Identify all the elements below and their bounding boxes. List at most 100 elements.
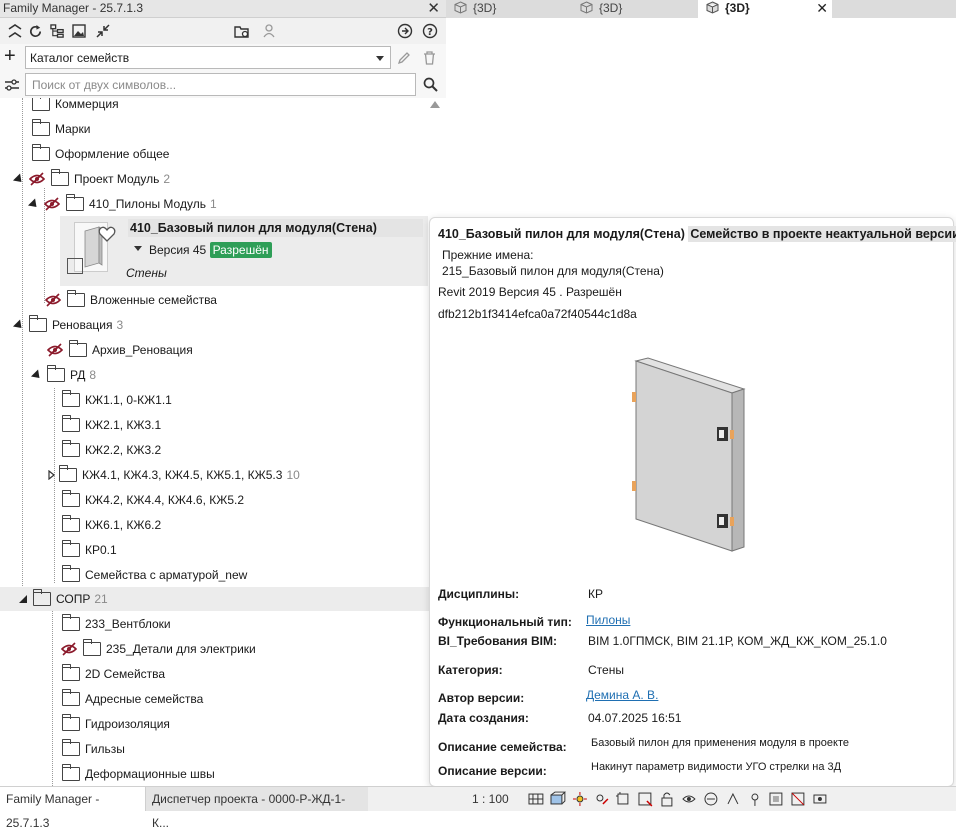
refresh-icon[interactable] [26, 22, 44, 40]
catalog-select-value: Каталог семейств [30, 51, 130, 65]
tree-item[interactable]: Коммерция [32, 98, 119, 115]
tree-item[interactable]: КЖ2.1, КЖ3.1 [62, 414, 161, 436]
folder-icon [67, 290, 85, 307]
tree-item[interactable]: КЖ4.2, КЖ4.4, КЖ4.6, КЖ5.2 [62, 489, 244, 511]
arrow-circle-icon[interactable] [396, 22, 414, 40]
image-icon[interactable] [70, 22, 88, 40]
tree-item[interactable]: Проект Модуль 2 [12, 168, 171, 190]
tree-item[interactable]: КЖ6.1, КЖ6.2 [62, 514, 161, 536]
tree-view-icon[interactable] [48, 22, 66, 40]
tree-item[interactable]: КР0.1 [62, 539, 117, 561]
unlock-3d-icon[interactable] [659, 791, 675, 807]
tree-item[interactable]: Реновация 3 [12, 314, 124, 336]
highlight-displacement-icon[interactable] [747, 791, 763, 807]
tree-item[interactable]: Гидроизоляция [62, 713, 170, 735]
version-dropdown-icon[interactable] [134, 246, 142, 251]
add-icon[interactable]: + [4, 46, 16, 66]
collapse-icon[interactable] [6, 22, 24, 40]
tree-item[interactable]: Семейства с арматурой_new [62, 564, 247, 586]
tree-item-label: КЖ6.1, КЖ6.2 [85, 518, 162, 532]
folder-icon [69, 340, 87, 357]
analytical-model-icon[interactable] [725, 791, 741, 807]
prop-key: Дата создания: [438, 711, 529, 725]
expand-arrow-icon[interactable] [27, 197, 41, 211]
tree-item[interactable]: КЖ2.2, КЖ3.2 [62, 439, 161, 461]
temp-hide-icon[interactable] [681, 791, 697, 807]
search-icon[interactable] [421, 75, 439, 93]
hidden-eye-icon[interactable] [45, 293, 61, 307]
tree-item[interactable]: Деформационные швы [62, 763, 215, 785]
status-tab-family-manager[interactable]: Family Manager - 25.7.1.3 [0, 787, 146, 830]
tree-item[interactable]: Гильзы [62, 738, 125, 760]
tree-item[interactable]: КЖ4.1, КЖ4.3, КЖ4.5, КЖ5.1, КЖ5.3 10 [48, 464, 300, 486]
heart-icon[interactable] [98, 226, 116, 242]
tree-item-count: 3 [116, 318, 124, 332]
crop-view-icon[interactable] [615, 791, 631, 807]
expand-arrow-icon[interactable] [30, 368, 44, 382]
folder-settings-icon[interactable] [233, 22, 251, 40]
tree-item-label: КЖ1.1, 0-КЖ1.1 [85, 393, 172, 407]
filter-settings-icon[interactable] [3, 76, 21, 94]
reveal-hidden-icon[interactable] [703, 791, 719, 807]
search-input[interactable]: Поиск от двух символов... [25, 73, 416, 96]
tree-item[interactable]: 2D Семейства [62, 663, 165, 685]
hidden-eye-icon[interactable] [47, 343, 63, 357]
family-tree: Коммерция Марки Оформление общее Проект … [0, 98, 446, 786]
view-scale[interactable]: 1 : 100 [466, 787, 515, 811]
functional-type-link[interactable]: Пилоны [586, 613, 630, 627]
tree-item[interactable]: Адресные семейства [62, 688, 203, 710]
help-icon[interactable]: ? [421, 22, 439, 40]
family-card-name: 410_Базовый пилон для модуля(Стена) [128, 219, 423, 237]
tree-item-count: 2 [163, 172, 171, 186]
display-options-icon[interactable] [812, 791, 828, 807]
family-card-version: Версия 45 Разрешён [149, 241, 272, 259]
tree-item[interactable]: Марки [32, 118, 90, 140]
visual-style-icon[interactable] [550, 791, 566, 807]
tab-close-icon[interactable]: ✕ [816, 0, 828, 17]
expand-arrow-icon[interactable] [12, 172, 26, 186]
tree-item[interactable]: 233_Вентблоки [62, 613, 171, 635]
user-icon[interactable] [260, 22, 278, 40]
select-checkbox[interactable] [67, 258, 83, 274]
folder-icon [83, 639, 101, 656]
hidden-eye-icon[interactable] [29, 172, 45, 186]
edit-icon[interactable] [395, 49, 413, 67]
cube-icon [454, 1, 467, 14]
shrink-icon[interactable] [94, 22, 112, 40]
tab-label: {3D} [599, 1, 623, 15]
status-tab-project-manager[interactable]: Диспетчер проекта - 0000-Р-ЖД-1-К... [146, 787, 368, 830]
prop-key: Функциональный тип: [438, 615, 572, 629]
hidden-eye-icon[interactable] [44, 197, 60, 211]
tree-item[interactable]: 410_Пилоны Модуль 1 [27, 193, 217, 215]
tab-3d-active[interactable]: {3D} ✕ [698, 0, 832, 18]
prop-key: Дисциплины: [438, 587, 520, 601]
prop-value: Стены [588, 663, 624, 677]
tree-item[interactable]: Вложенные семейства [45, 289, 217, 311]
sun-path-icon[interactable] [572, 791, 588, 807]
tree-item[interactable]: СОПР 21 [17, 588, 108, 610]
shadows-icon[interactable] [594, 791, 610, 807]
tree-item[interactable]: РД 8 [30, 364, 96, 386]
folder-icon [62, 415, 80, 432]
tree-item-label: Оформление общее [55, 147, 170, 161]
scroll-up-arrow-icon[interactable] [430, 101, 440, 108]
reveal-constraints-icon[interactable] [790, 791, 806, 807]
prop-key: Категория: [438, 663, 503, 677]
close-icon[interactable]: ✕ [427, 0, 440, 17]
author-link[interactable]: Демина А. В. [586, 688, 658, 702]
detail-level-icon[interactable] [528, 791, 544, 807]
family-card[interactable]: 410_Базовый пилон для модуля(Стена) Верс… [60, 216, 428, 286]
delete-icon[interactable] [420, 49, 438, 67]
worksharing-icon[interactable] [768, 791, 784, 807]
tree-item[interactable]: Оформление общее [32, 143, 169, 165]
catalog-select[interactable]: Каталог семейств [25, 46, 391, 69]
tree-item[interactable]: Архив_Реновация [47, 339, 193, 361]
tab-3d-1[interactable]: {3D} [446, 0, 572, 18]
show-crop-icon[interactable] [637, 791, 653, 807]
hidden-eye-icon[interactable] [61, 642, 77, 656]
expand-arrow-icon[interactable] [12, 318, 26, 332]
tree-item[interactable]: 235_Детали для электрики [61, 638, 256, 660]
tree-item[interactable]: КЖ1.1, 0-КЖ1.1 [62, 389, 172, 411]
expand-arrow-icon[interactable] [17, 594, 29, 604]
tab-3d-2[interactable]: {3D} [572, 0, 698, 18]
